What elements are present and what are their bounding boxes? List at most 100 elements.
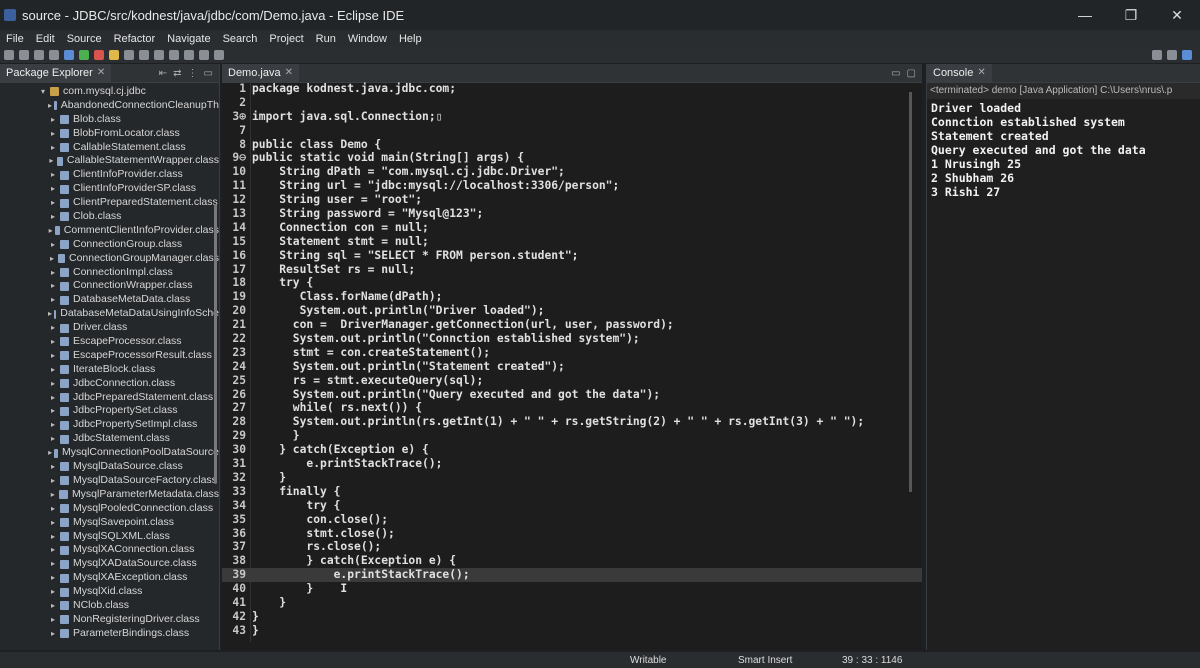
tab-demo-java[interactable]: Demo.java ✕ bbox=[222, 64, 299, 82]
menu-run[interactable]: Run bbox=[310, 33, 342, 45]
tree-item[interactable]: ▸ JdbcStatement.class bbox=[0, 432, 219, 446]
tree-item[interactable]: ▸ MysqlConnectionPoolDataSource bbox=[0, 446, 219, 460]
tree-item[interactable]: ▸ JdbcPropertySet.class bbox=[0, 404, 219, 418]
chevron-right-icon[interactable]: ▸ bbox=[48, 543, 58, 557]
save-icon[interactable] bbox=[19, 50, 29, 60]
code-line[interactable]: 16 String sql = "SELECT * FROM person.st… bbox=[222, 249, 922, 263]
tree-item[interactable]: ▸ JdbcPropertySetImpl.class bbox=[0, 418, 219, 432]
print-icon[interactable] bbox=[49, 50, 59, 60]
code-line[interactable]: 17 ResultSet rs = null; bbox=[222, 263, 922, 277]
code-line[interactable]: 37 rs.close(); bbox=[222, 540, 922, 554]
code-line[interactable]: 13 String password = "Mysql@123"; bbox=[222, 207, 922, 221]
tree-item[interactable]: ▸ IterateBlock.class bbox=[0, 363, 219, 377]
search-toolbar-icon[interactable] bbox=[1152, 50, 1162, 60]
code-line[interactable]: 35 con.close(); bbox=[222, 513, 922, 527]
tree-item[interactable]: ▸ MysqlSQLXML.class bbox=[0, 530, 219, 544]
chevron-right-icon[interactable]: ▸ bbox=[48, 182, 58, 196]
console-output[interactable]: Driver loaded Connction established syste… bbox=[927, 99, 1200, 201]
new-icon[interactable] bbox=[4, 50, 14, 60]
chevron-right-icon[interactable]: ▸ bbox=[48, 210, 58, 224]
chevron-right-icon[interactable]: ▸ bbox=[48, 363, 58, 377]
chevron-right-icon[interactable]: ▸ bbox=[48, 627, 58, 641]
tree-item[interactable]: ▸ ParameterBindings.class bbox=[0, 627, 219, 641]
chevron-right-icon[interactable]: ▸ bbox=[48, 432, 58, 446]
tree-item[interactable]: ▸ MysqlParameterMetadata.class bbox=[0, 488, 219, 502]
tree-item[interactable]: ▸ CallableStatementWrapper.class bbox=[0, 154, 219, 168]
maximize-button[interactable]: ❐ bbox=[1108, 7, 1154, 24]
chevron-right-icon[interactable]: ▸ bbox=[48, 391, 58, 405]
scrollbar[interactable] bbox=[909, 92, 912, 492]
chevron-right-icon[interactable]: ▸ bbox=[48, 141, 58, 155]
code-line[interactable]: 12 String user = "root"; bbox=[222, 193, 922, 207]
chevron-right-icon[interactable]: ▸ bbox=[48, 488, 57, 502]
tree-item[interactable]: ▸ MysqlSavepoint.class bbox=[0, 516, 219, 530]
chevron-right-icon[interactable]: ▸ bbox=[48, 585, 58, 599]
menu-help[interactable]: Help bbox=[393, 33, 428, 45]
chevron-right-icon[interactable]: ▸ bbox=[48, 154, 55, 168]
tab-console[interactable]: Console ✕ bbox=[927, 64, 992, 82]
code-line[interactable]: 23 stmt = con.createStatement(); bbox=[222, 346, 922, 360]
code-line[interactable]: 8 public class Demo { bbox=[222, 138, 922, 152]
view-menu-icon[interactable]: ⋮ bbox=[188, 68, 198, 79]
code-line[interactable]: 25 rs = stmt.executeQuery(sql); bbox=[222, 374, 922, 388]
code-line[interactable]: 33 finally { bbox=[222, 485, 922, 499]
tree-item[interactable]: ▸ MysqlDataSource.class bbox=[0, 460, 219, 474]
code-line[interactable]: 40 } I bbox=[222, 582, 922, 596]
tree-item[interactable]: ▸ EscapeProcessor.class bbox=[0, 335, 219, 349]
tree-item[interactable]: ▸ EscapeProcessorResult.class bbox=[0, 349, 219, 363]
code-line[interactable]: 26 System.out.println("Query executed an… bbox=[222, 388, 922, 402]
chevron-right-icon[interactable]: ▸ bbox=[48, 613, 58, 627]
chevron-right-icon[interactable]: ▸ bbox=[48, 418, 58, 432]
code-line[interactable]: 34 try { bbox=[222, 499, 922, 513]
chevron-right-icon[interactable]: ▸ bbox=[48, 99, 52, 113]
tree-item[interactable]: ▸ ConnectionGroup.class bbox=[0, 238, 219, 252]
stop-icon[interactable] bbox=[94, 50, 104, 60]
menu-search[interactable]: Search bbox=[217, 33, 264, 45]
maximize-view-icon[interactable]: ▢ bbox=[907, 68, 916, 79]
tree-item[interactable]: ▸ ConnectionImpl.class bbox=[0, 266, 219, 280]
code-line[interactable]: 27 while( rs.next()) { bbox=[222, 401, 922, 415]
tree-item[interactable]: ▸ NClob.class bbox=[0, 599, 219, 613]
code-line[interactable]: 32 } bbox=[222, 471, 922, 485]
code-line[interactable]: 36 stmt.close(); bbox=[222, 527, 922, 541]
tree-item[interactable]: ▸ ClientInfoProvider.class bbox=[0, 168, 219, 182]
menu-navigate[interactable]: Navigate bbox=[161, 33, 216, 45]
collapse-all-icon[interactable]: ⇤ bbox=[159, 68, 167, 79]
chevron-right-icon[interactable]: ▸ bbox=[48, 266, 58, 280]
chevron-right-icon[interactable]: ▸ bbox=[48, 404, 58, 418]
chevron-right-icon[interactable]: ▸ bbox=[48, 599, 58, 613]
code-line[interactable]: 7 bbox=[222, 124, 922, 138]
code-line[interactable]: 21 con = DriverManager.getConnection(url… bbox=[222, 318, 922, 332]
tree-item[interactable]: ▸ Driver.class bbox=[0, 321, 219, 335]
minimize-view-icon[interactable]: ▭ bbox=[891, 68, 900, 79]
chevron-right-icon[interactable]: ▸ bbox=[48, 238, 58, 252]
code-line[interactable]: 14 Connection con = null; bbox=[222, 221, 922, 235]
chevron-right-icon[interactable]: ▸ bbox=[48, 113, 58, 127]
minimize-view-icon[interactable]: ▭ bbox=[204, 68, 213, 79]
chevron-right-icon[interactable]: ▸ bbox=[48, 530, 58, 544]
scrollbar[interactable] bbox=[214, 204, 217, 484]
chevron-right-icon[interactable]: ▸ bbox=[48, 446, 52, 460]
chevron-right-icon[interactable]: ▸ bbox=[48, 349, 58, 363]
code-line[interactable]: 42} bbox=[222, 610, 922, 624]
code-line[interactable]: 19 Class.forName(dPath); bbox=[222, 290, 922, 304]
tree-item[interactable]: ▸ ConnectionGroupManager.class bbox=[0, 252, 219, 266]
menu-project[interactable]: Project bbox=[263, 33, 309, 45]
chevron-right-icon[interactable]: ▸ bbox=[48, 307, 52, 321]
run-icon[interactable] bbox=[79, 50, 89, 60]
code-line[interactable]: 41 } bbox=[222, 596, 922, 610]
code-editor[interactable]: Demo.java ✕ ▭ ▢ 1 package kodnest.java.jd… bbox=[222, 64, 922, 650]
chevron-right-icon[interactable]: ▸ bbox=[48, 474, 58, 488]
tree-item[interactable]: ▸ MysqlXAConnection.class bbox=[0, 543, 219, 557]
menu-window[interactable]: Window bbox=[342, 33, 393, 45]
chevron-right-icon[interactable]: ▸ bbox=[48, 557, 58, 571]
save-all-icon[interactable] bbox=[34, 50, 44, 60]
menu-refactor[interactable]: Refactor bbox=[108, 33, 162, 45]
chevron-right-icon[interactable]: ▸ bbox=[48, 168, 58, 182]
code-line[interactable]: 10 String dPath = "com.mysql.cj.jdbc.Dri… bbox=[222, 165, 922, 179]
minimize-button[interactable]: — bbox=[1062, 7, 1108, 24]
code-area[interactable]: 1 package kodnest.java.jdbc.com; 2 3⊕ import… bbox=[222, 82, 922, 638]
code-line[interactable]: 22 System.out.println("Connction establi… bbox=[222, 332, 922, 346]
close-icon[interactable]: ✕ bbox=[977, 64, 985, 82]
code-line[interactable]: 15 Statement stmt = null; bbox=[222, 235, 922, 249]
